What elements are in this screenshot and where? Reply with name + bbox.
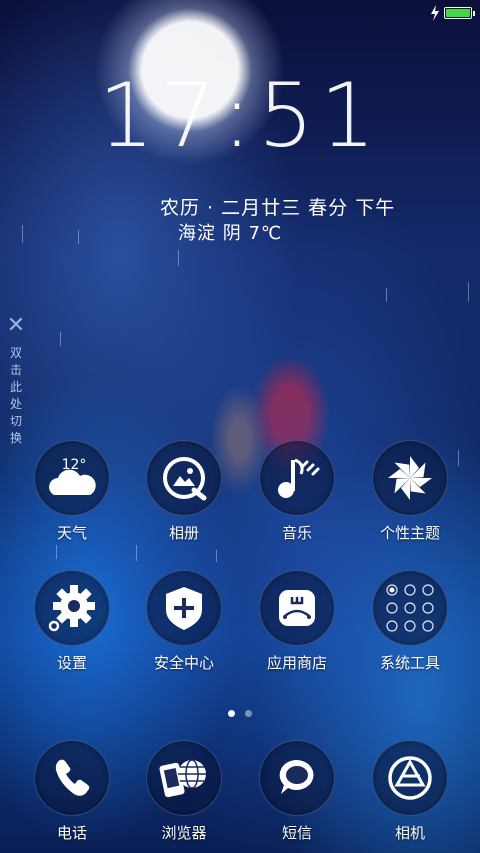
rain-streak — [468, 282, 469, 302]
app-label: 个性主题 — [379, 524, 440, 542]
browser-icon[interactable] — [146, 740, 222, 816]
theme-icon[interactable] — [372, 440, 448, 516]
lock-clock: 17:51 — [98, 64, 382, 167]
camera-icon[interactable] — [372, 740, 448, 816]
dock-camera[interactable]: 相机 — [360, 740, 460, 843]
app-theme[interactable]: 个性主题 — [360, 440, 460, 543]
app-label: 浏览器 — [161, 824, 207, 842]
rain-streak — [78, 230, 79, 244]
app-label: 系统工具 — [379, 654, 440, 672]
app-system-tools[interactable]: 系统工具 — [360, 570, 460, 673]
app-label: 应用商店 — [266, 654, 327, 672]
switch-hint-text: 双击此处切换 — [9, 346, 22, 445]
wallpaper-switch-hint[interactable]: ✕ 双击此处切换 — [6, 315, 26, 447]
close-icon[interactable]: ✕ — [6, 315, 26, 337]
page-dot-2[interactable] — [245, 710, 252, 717]
app-label: 相册 — [168, 524, 199, 542]
app-label: 安全中心 — [153, 654, 214, 672]
weather-summary: 海淀 阴 7℃ — [178, 223, 283, 244]
app-label: 音乐 — [281, 524, 312, 542]
dock-messages[interactable]: 短信 — [247, 740, 347, 843]
app-store-icon[interactable] — [259, 570, 335, 646]
rain-streak — [60, 332, 61, 346]
app-gallery[interactable]: 相册 — [134, 440, 234, 543]
app-label: 相机 — [394, 824, 425, 842]
phone-icon[interactable] — [34, 740, 110, 816]
app-label: 设置 — [56, 654, 87, 672]
app-label: 短信 — [281, 824, 312, 842]
battery-icon — [444, 7, 475, 19]
rain-streak — [386, 288, 387, 302]
settings-icon[interactable] — [34, 570, 110, 646]
dock-browser[interactable]: 浏览器 — [134, 740, 234, 843]
page-dot-1[interactable] — [228, 710, 235, 717]
app-security[interactable]: 安全中心 — [134, 570, 234, 673]
rain-streak — [216, 550, 217, 562]
app-settings[interactable]: 设置 — [22, 570, 122, 673]
rain-streak — [22, 225, 23, 243]
app-label: 天气 — [56, 524, 87, 542]
page-indicator — [0, 702, 480, 721]
dock-phone[interactable]: 电话 — [22, 740, 122, 843]
weather-icon[interactable]: 12° — [34, 440, 110, 516]
system-tools-icon[interactable] — [372, 570, 448, 646]
rain-streak — [178, 250, 179, 266]
status-bar — [0, 0, 480, 26]
music-icon[interactable] — [259, 440, 335, 516]
rain-streak — [56, 545, 57, 559]
charging-icon — [431, 5, 439, 21]
battery-fill — [446, 9, 470, 17]
app-label: 电话 — [56, 824, 87, 842]
security-icon[interactable] — [146, 570, 222, 646]
gallery-icon[interactable] — [146, 440, 222, 516]
rain-streak — [136, 545, 137, 561]
lunar-date: 农历 · 二月廿三 春分 下午 — [160, 197, 396, 219]
app-music[interactable]: 音乐 — [247, 440, 347, 543]
message-icon[interactable] — [259, 740, 335, 816]
app-weather[interactable]: 12° 天气 — [22, 440, 122, 543]
app-store[interactable]: 应用商店 — [247, 570, 347, 673]
